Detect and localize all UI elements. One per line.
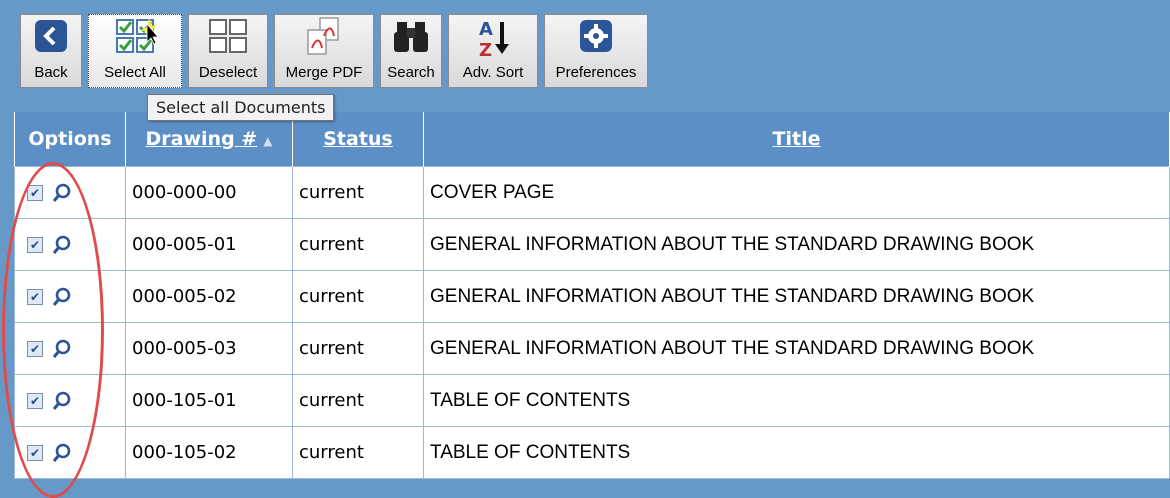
drawing-number-cell: 000-005-01 xyxy=(125,218,293,271)
row-options: ✔ xyxy=(14,166,126,219)
row-checkbox[interactable]: ✔ xyxy=(27,444,43,461)
drawing-number-cell: 000-005-02 xyxy=(125,270,293,323)
table-row[interactable]: ✔ 000-005-01 current GENERAL INFORMATION AB… xyxy=(14,218,1170,271)
merge-pdf-icon xyxy=(307,17,339,55)
deselect-button[interactable]: Deselect xyxy=(188,14,268,88)
select-all-button[interactable]: Select All xyxy=(88,14,182,88)
status-cell: current xyxy=(292,374,424,427)
title-header[interactable]: Title xyxy=(423,112,1170,167)
back-label: Back xyxy=(34,64,68,81)
select-all-icon xyxy=(116,18,157,53)
table-row[interactable]: ✔ 000-105-01 current TABLE OF CONTENTS xyxy=(14,374,1170,427)
row-checkbox[interactable]: ✔ xyxy=(27,288,43,305)
deselect-label: Deselect xyxy=(198,64,258,81)
adv-sort-button[interactable]: A Z Adv. Sort xyxy=(448,14,538,88)
row-checkbox[interactable]: ✔ xyxy=(27,184,43,201)
table-row[interactable]: ✔ 000-105-02 current TABLE OF CONTENTS xyxy=(14,426,1170,479)
gear-icon xyxy=(580,20,612,52)
magnifier-icon[interactable] xyxy=(51,338,73,360)
adv-sort-label: Adv. Sort xyxy=(462,64,524,81)
drawing-number-cell: 000-000-00 xyxy=(125,166,293,219)
title-cell: TABLE OF CONTENTS xyxy=(423,374,1170,427)
svg-text:A: A xyxy=(479,19,493,40)
select-all-tooltip: Select all Documents xyxy=(147,94,335,121)
toolbar: Back Select All Deselect Merge PDF Searc… xyxy=(20,14,648,90)
title-cell: TABLE OF CONTENTS xyxy=(423,426,1170,479)
preferences-label: Preferences xyxy=(555,64,637,81)
table-row[interactable]: ✔ 000-005-03 current GENERAL INFORMATION AB… xyxy=(14,322,1170,375)
row-checkbox[interactable]: ✔ xyxy=(27,392,43,409)
status-cell: current xyxy=(292,270,424,323)
magnifier-icon[interactable] xyxy=(51,442,73,464)
sort-az-icon: A Z xyxy=(479,19,509,60)
deselect-icon xyxy=(209,19,247,53)
row-options: ✔ xyxy=(14,218,126,271)
title-cell: GENERAL INFORMATION ABOUT THE STANDARD D… xyxy=(423,270,1170,323)
binoculars-icon xyxy=(394,22,428,52)
options-header: Options xyxy=(14,112,126,167)
status-cell: current xyxy=(292,218,424,271)
row-options: ✔ xyxy=(14,270,126,323)
select-all-label: Select All xyxy=(104,64,166,81)
row-checkbox[interactable]: ✔ xyxy=(27,340,43,357)
table-row[interactable]: ✔ 000-005-02 current GENERAL INFORMATION AB… xyxy=(14,270,1170,323)
search-button[interactable]: Search xyxy=(380,14,442,88)
back-arrow-icon xyxy=(35,20,67,52)
merge-pdf-button[interactable]: Merge PDF xyxy=(274,14,374,88)
drawing-number-cell: 000-005-03 xyxy=(125,322,293,375)
table-row[interactable]: ✔ 000-000-00 current COVER PAGE xyxy=(14,166,1170,219)
documents-table: Options Drawing # ▲ Status Title ✔ 000-000… xyxy=(14,112,1170,479)
status-cell: current xyxy=(292,322,424,375)
status-cell: current xyxy=(292,166,424,219)
magnifier-icon[interactable] xyxy=(51,390,73,412)
drawing-number-cell: 000-105-02 xyxy=(125,426,293,479)
preferences-button[interactable]: Preferences xyxy=(544,14,648,88)
magnifier-icon[interactable] xyxy=(51,286,73,308)
sort-ascending-icon: ▲ xyxy=(263,134,273,148)
title-cell: GENERAL INFORMATION ABOUT THE STANDARD D… xyxy=(423,322,1170,375)
magnifier-icon[interactable] xyxy=(51,234,73,256)
search-label: Search xyxy=(387,64,435,81)
merge-pdf-label: Merge PDF xyxy=(285,64,363,81)
drawing-number-cell: 000-105-01 xyxy=(125,374,293,427)
row-options: ✔ xyxy=(14,322,126,375)
svg-text:Z: Z xyxy=(479,40,492,60)
back-button[interactable]: Back xyxy=(20,14,82,88)
title-cell: GENERAL INFORMATION ABOUT THE STANDARD D… xyxy=(423,218,1170,271)
row-checkbox[interactable]: ✔ xyxy=(27,236,43,253)
row-options: ✔ xyxy=(14,374,126,427)
title-cell: COVER PAGE xyxy=(423,166,1170,219)
row-options: ✔ xyxy=(14,426,126,479)
status-cell: current xyxy=(292,426,424,479)
drawing-number-header-label: Drawing # xyxy=(145,128,258,150)
magnifier-icon[interactable] xyxy=(51,182,73,204)
